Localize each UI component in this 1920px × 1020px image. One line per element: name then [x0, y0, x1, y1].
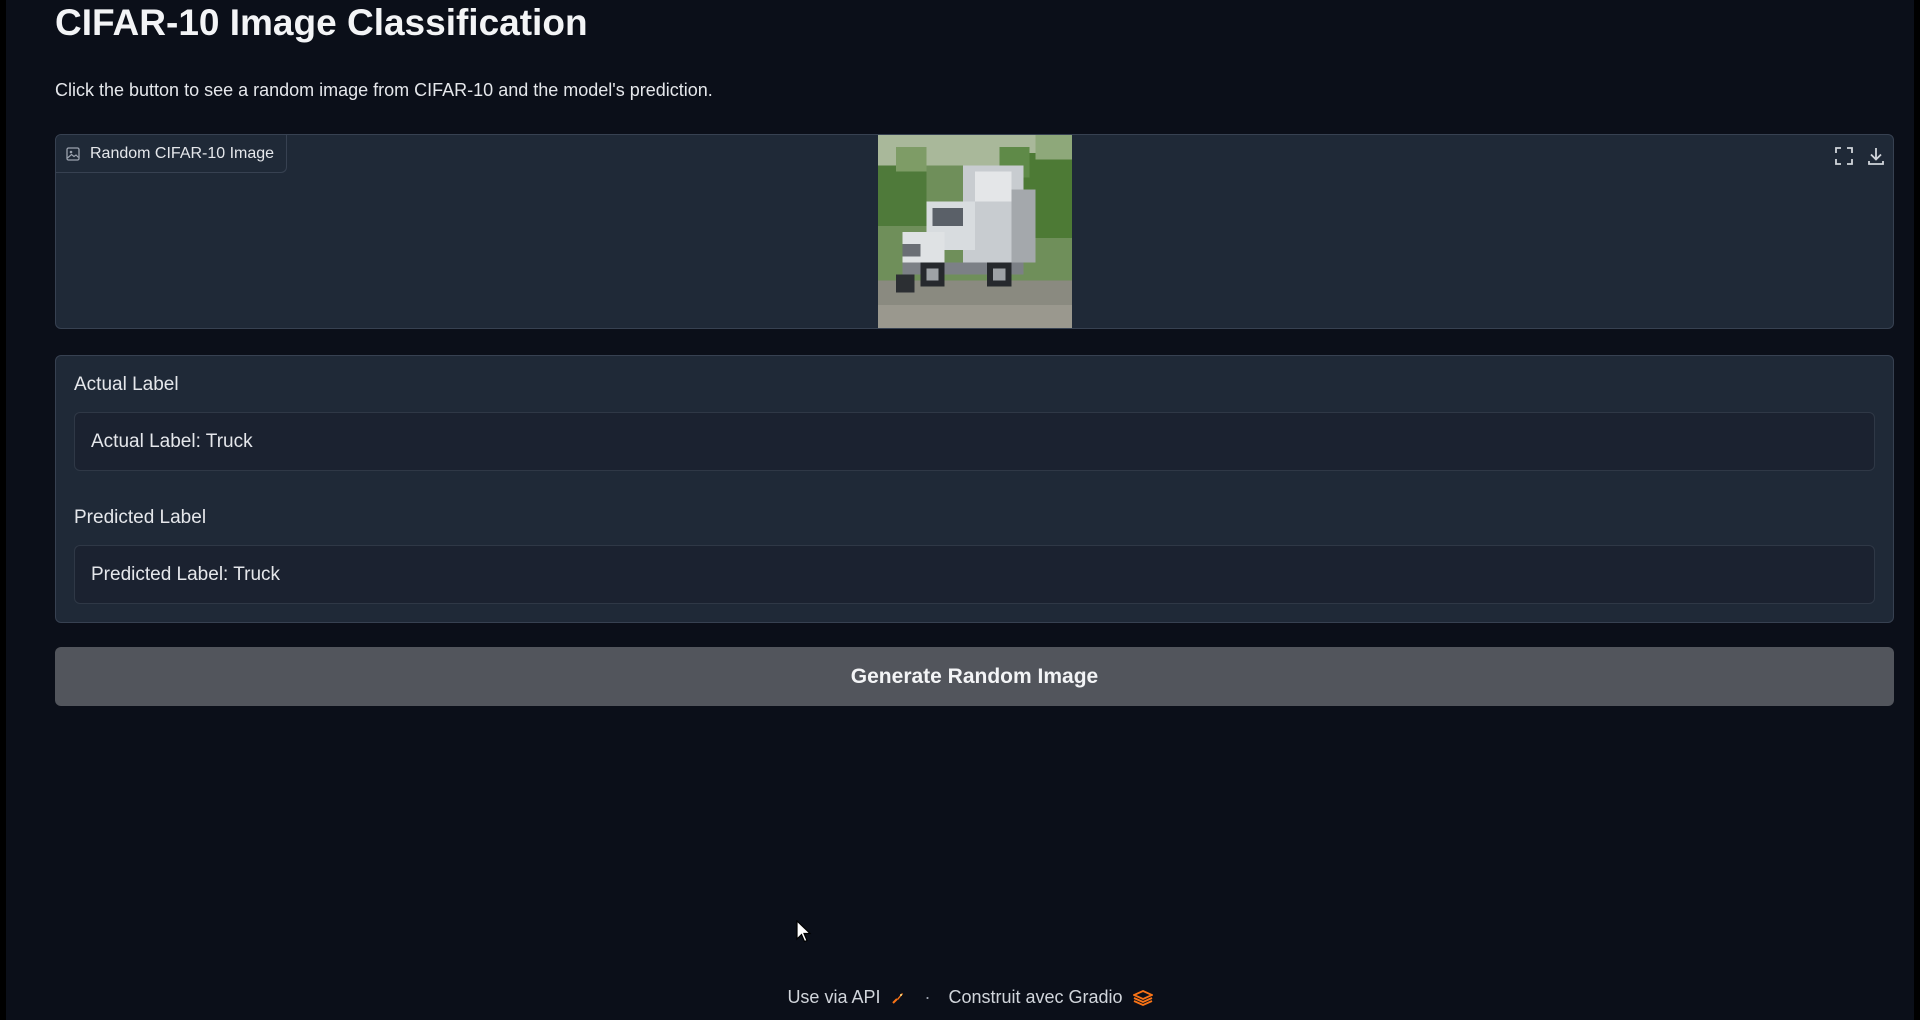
gradio-app: CIFAR-10 Image Classification Click the …	[0, 0, 1920, 1020]
actual-label-title: Actual Label	[74, 374, 179, 395]
download-button[interactable]	[1863, 143, 1889, 169]
generate-random-image-button[interactable]: Generate Random Image	[55, 647, 1894, 706]
gradio-logo-icon	[1132, 989, 1153, 1006]
image-panel-label: Random CIFAR-10 Image	[56, 135, 288, 173]
predicted-label-title: Predicted Label	[74, 507, 207, 528]
mouse-cursor-icon	[796, 920, 812, 943]
download-icon	[1868, 148, 1884, 165]
use-via-api-link[interactable]: Use via API	[787, 987, 906, 1008]
image-icon	[66, 146, 80, 161]
built-with-gradio-link[interactable]: Construit avec Gradio	[948, 987, 1153, 1008]
fullscreen-button[interactable]	[1831, 143, 1857, 169]
use-via-api-text: Use via API	[787, 987, 881, 1007]
rocket-icon	[892, 992, 904, 1004]
cifar-image-truck	[878, 135, 1072, 328]
actual-label-field[interactable]: Actual Label: Truck	[74, 412, 1875, 471]
footer-separator: ·	[924, 987, 931, 1007]
fullscreen-icon	[1835, 147, 1853, 165]
footer: Use via API · Construit avec Gradio	[6, 987, 1914, 1008]
built-with-gradio-text: Construit avec Gradio	[948, 987, 1123, 1007]
image-panel-label-text: Random CIFAR-10 Image	[90, 144, 275, 162]
page-title: CIFAR-10 Image Classification	[55, 2, 588, 43]
page-description: Click the button to see a random image f…	[55, 80, 713, 100]
predicted-label-field[interactable]: Predicted Label: Truck	[74, 545, 1875, 604]
image-panel: Random CIFAR-10 Image	[55, 134, 1894, 329]
labels-group: Actual Label Actual Label: Truck Predict…	[55, 355, 1894, 623]
